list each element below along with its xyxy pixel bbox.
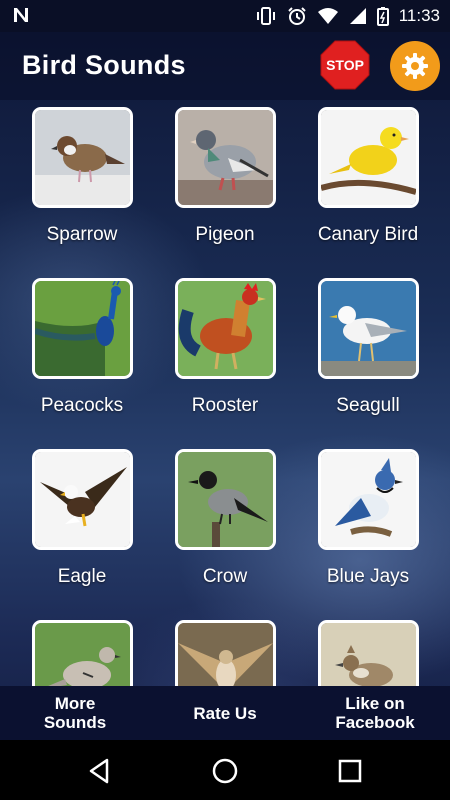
bird-tile-sparrow[interactable]: Sparrow — [10, 100, 154, 270]
bird-tile-peacock[interactable]: Peacocks — [10, 271, 154, 441]
wifi-icon — [317, 7, 339, 25]
crow-photo — [175, 449, 276, 550]
pigeon-photo — [175, 107, 276, 208]
bird-name: Crow — [202, 566, 248, 587]
peacock-photo — [32, 278, 133, 379]
bird-name: Pigeon — [195, 224, 255, 245]
dove-photo — [32, 620, 133, 686]
bird-tile-crow[interactable]: Crow — [153, 442, 297, 612]
battery-icon — [376, 6, 389, 26]
status-time: 11:33 — [398, 6, 440, 25]
stop-label: STOP — [326, 57, 364, 73]
bird-name: Sparrow — [46, 224, 118, 245]
bird-tile-lark[interactable] — [296, 613, 440, 686]
vibrate-icon — [255, 6, 277, 26]
like-facebook-label: Like on Facebook — [335, 694, 415, 732]
blue-jay-photo — [318, 449, 419, 550]
more-sounds-label: More Sounds — [43, 694, 107, 732]
app-header: Bird Sounds — [0, 32, 450, 100]
recents-icon[interactable] — [335, 756, 365, 786]
alarm-icon — [287, 6, 307, 26]
bird-tile-blue-jay[interactable]: Blue Jays — [296, 442, 440, 612]
status-bar: 11:33 — [0, 0, 450, 32]
hawk-photo — [175, 620, 276, 686]
gear-icon — [402, 53, 428, 79]
sparrow-photo — [32, 107, 133, 208]
like-facebook-button[interactable]: Like on Facebook — [300, 686, 450, 740]
seagull-photo — [318, 278, 419, 379]
home-icon[interactable] — [210, 756, 240, 786]
more-sounds-button[interactable]: More Sounds — [0, 686, 150, 740]
bird-name: Seagull — [336, 395, 400, 416]
settings-button[interactable] — [390, 41, 440, 91]
bird-name: Rooster — [191, 395, 259, 416]
rate-us-button[interactable]: Rate Us — [150, 686, 300, 740]
lark-photo — [318, 620, 419, 686]
back-icon[interactable] — [85, 756, 115, 786]
bottom-action-bar: More Sounds Rate Us Like on Facebook — [0, 686, 450, 740]
eagle-photo — [32, 449, 133, 550]
stop-button[interactable]: STOP — [320, 40, 370, 90]
bird-name: Blue Jays — [326, 566, 410, 587]
app-title: Bird Sounds — [22, 50, 186, 80]
bird-tile-seagull[interactable]: Seagull — [296, 271, 440, 441]
bird-name: Eagle — [57, 566, 107, 587]
system-nav-bar — [0, 740, 450, 800]
canary-photo — [318, 107, 419, 208]
bird-tile-rooster[interactable]: Rooster — [153, 271, 297, 441]
rooster-photo — [175, 278, 276, 379]
bird-tile-canary[interactable]: Canary Bird — [296, 100, 440, 270]
bird-tile-hawk[interactable] — [153, 613, 297, 686]
bird-tile-dove[interactable] — [10, 613, 154, 686]
bird-name: Peacocks — [40, 395, 124, 416]
n-icon — [12, 6, 30, 24]
bird-tile-pigeon[interactable]: Pigeon — [153, 100, 297, 270]
bird-grid: Sparrow Pigeon Canary Bird Peacocks Roos… — [0, 100, 450, 686]
rate-us-label: Rate Us — [193, 703, 257, 723]
bird-tile-eagle[interactable]: Eagle — [10, 442, 154, 612]
bird-name: Canary Bird — [317, 224, 419, 245]
signal-icon — [349, 7, 367, 25]
